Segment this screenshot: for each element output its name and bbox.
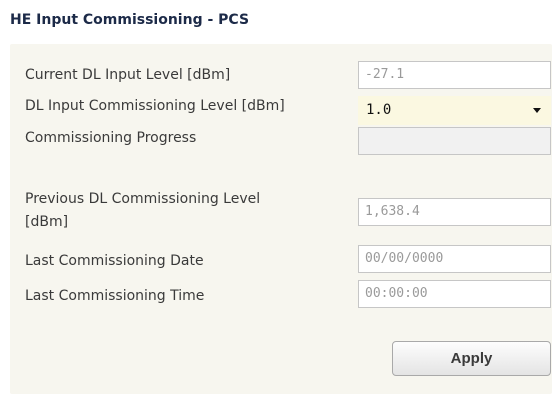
last-commissioning-date-label: Last Commissioning Date (25, 253, 204, 269)
current-dl-input-level-field: -27.1 (358, 61, 551, 89)
apply-button[interactable]: Apply (392, 341, 551, 376)
previous-dl-commissioning-level-field: 1,638.4 (358, 198, 551, 226)
previous-dl-commissioning-level-label-line2: [dBm] (25, 214, 69, 230)
last-commissioning-time-field: 00:00:00 (358, 280, 551, 308)
dl-input-commissioning-level-value: 1.0 (366, 102, 392, 118)
page-title: HE Input Commissioning - PCS (10, 12, 250, 28)
last-commissioning-date-field: 00/00/0000 (358, 245, 551, 273)
previous-dl-commissioning-level-label: Previous DL Commissioning Level [dBm] (25, 188, 260, 234)
dl-input-commissioning-level-label: DL Input Commissioning Level [dBm] (25, 98, 285, 114)
current-dl-input-level-label: Current DL Input Level [dBm] (25, 67, 231, 83)
commissioning-progress-label: Commissioning Progress (25, 130, 197, 146)
last-commissioning-time-label: Last Commissioning Time (25, 288, 205, 304)
chevron-down-icon[interactable] (533, 108, 541, 113)
previous-dl-commissioning-level-label-line1: Previous DL Commissioning Level (25, 191, 261, 207)
dl-input-commissioning-level-select[interactable]: 1.0 (358, 96, 551, 125)
commissioning-panel: Current DL Input Level [dBm] -27.1 DL In… (10, 44, 552, 394)
commissioning-progress-bar (358, 127, 551, 155)
